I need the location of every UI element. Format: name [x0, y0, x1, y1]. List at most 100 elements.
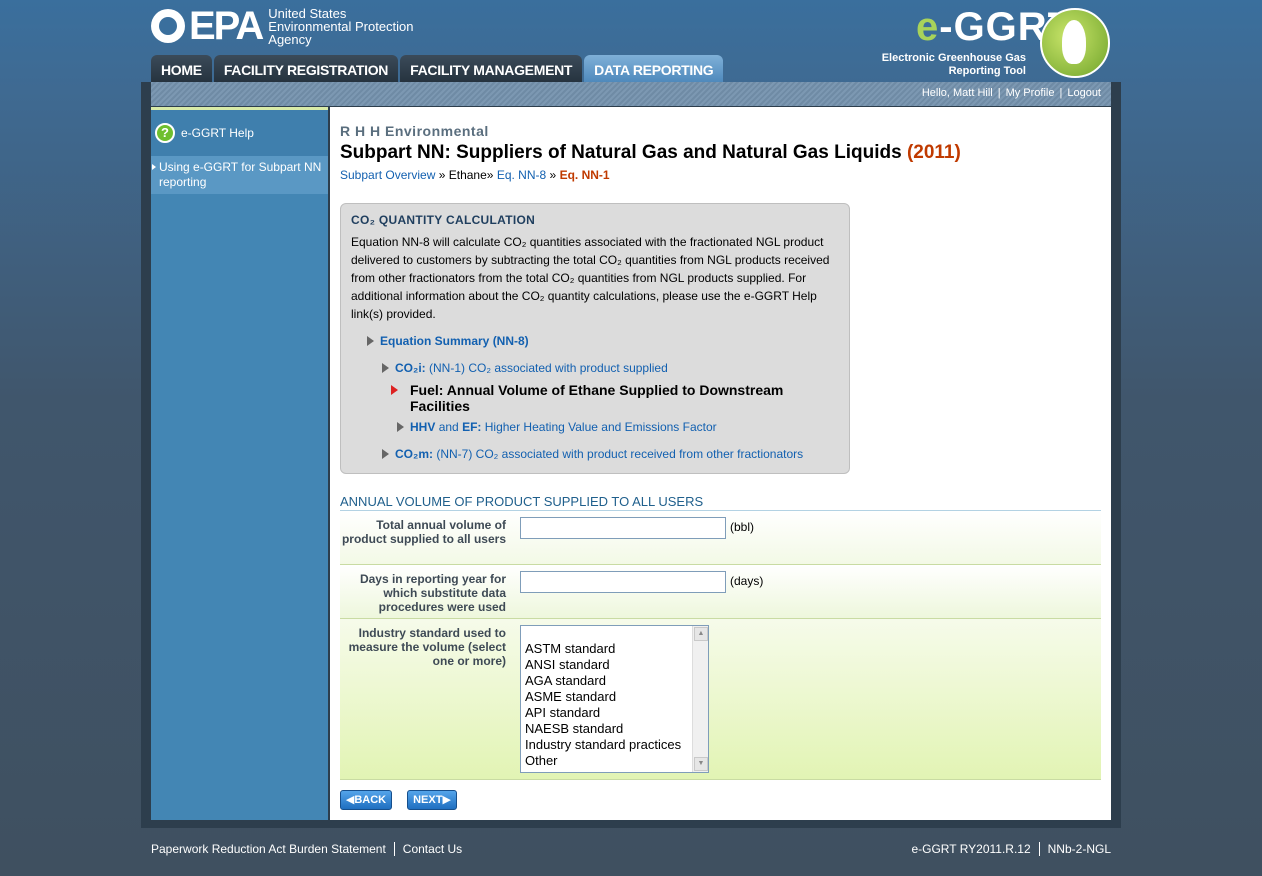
co2m-link[interactable]: (NN-7) CO₂ associated with product recei…: [436, 447, 803, 461]
agency-line-2: Environmental Protection: [268, 18, 414, 34]
eggrt-tagline-1: Electronic Greenhouse Gas: [881, 52, 1026, 64]
organization-name: R H H Environmental: [340, 123, 489, 139]
breadcrumb-eq-nn8[interactable]: Eq. NN-8: [497, 168, 546, 182]
tab-facility-registration[interactable]: FACILITY REGISTRATION: [213, 55, 399, 83]
days-unit: (days): [730, 574, 764, 588]
tree-co2m[interactable]: CO₂m: (NN-7) CO₂ associated with product…: [382, 447, 803, 461]
eggrt-tagline-2: Reporting Tool: [948, 65, 1026, 77]
breadcrumb-separator: »: [486, 168, 494, 182]
user-links: Hello, Matt Hill | My Profile | Logout: [922, 87, 1101, 99]
option-industry-practices[interactable]: Industry standard practices: [525, 737, 681, 753]
standard-label: Industry standard used to measure the vo…: [348, 626, 506, 668]
tree-arrow-icon: [382, 449, 389, 459]
back-button[interactable]: ◀BACK: [340, 790, 392, 810]
separator: |: [1059, 87, 1063, 99]
tab-home[interactable]: HOME: [151, 55, 212, 83]
section-heading-text: ANNUAL VOLUME OF PRODUCT SUPPLIED TO ALL…: [340, 494, 708, 509]
agency-line-1: United States: [268, 5, 347, 21]
volume-input[interactable]: [520, 517, 726, 539]
footer-left: Paperwork Reduction Act Burden Statement…: [151, 842, 462, 856]
scroll-up-icon[interactable]: ▲: [694, 627, 708, 641]
breadcrumb-separator: »: [549, 168, 557, 182]
contact-us-link[interactable]: Contact Us: [403, 842, 462, 856]
page-code-text: NNb-2-NGL: [1047, 842, 1111, 856]
footer-separator: [393, 842, 395, 856]
option-astm[interactable]: ASTM standard: [525, 641, 681, 657]
sidebar: ? e-GGRT Help Using e-GGRT for Subpart N…: [151, 107, 328, 820]
current-arrow-icon: [391, 385, 398, 395]
form-row-standard: Industry standard used to measure the vo…: [340, 619, 1101, 780]
form-row-days: Days in reporting year for which substit…: [340, 565, 1101, 619]
ef-symbol: EF:: [462, 420, 482, 434]
hhv-and: and: [438, 420, 459, 434]
calc-description: Equation NN-8 will calculate CO₂ quantit…: [351, 235, 830, 321]
my-profile-link[interactable]: My Profile: [1006, 87, 1055, 99]
co2-calculation-panel: CO₂ QUANTITY CALCULATION Equation NN-8 w…: [340, 203, 850, 474]
page-title: Subpart NN: Suppliers of Natural Gas and…: [340, 142, 961, 164]
option-other[interactable]: Other: [525, 753, 681, 769]
sidebar-item-nn-help[interactable]: Using e-GGRT for Subpart NN reporting: [151, 156, 328, 194]
current-step-label: Fuel: Annual Volume of Ethane Supplied t…: [410, 382, 784, 414]
sidebar-help-header[interactable]: ? e-GGRT Help: [151, 110, 328, 156]
page-title-text: Subpart NN: Suppliers of Natural Gas and…: [340, 142, 902, 163]
main-content: R H H Environmental Subpart NN: Supplier…: [330, 107, 1111, 820]
next-button[interactable]: NEXT▶: [407, 790, 457, 810]
listbox-options: ASTM standard ANSI standard AGA standard…: [525, 641, 681, 769]
equation-summary-link[interactable]: Equation Summary (NN-8): [380, 334, 529, 348]
tree-arrow-icon: [382, 363, 389, 373]
epa-wordmark: EPA: [189, 4, 264, 48]
next-label: NEXT: [413, 794, 443, 806]
industry-standard-listbox[interactable]: ASTM standard ANSI standard AGA standard…: [520, 625, 709, 773]
breadcrumb-subpart-overview[interactable]: Subpart Overview: [340, 168, 435, 182]
tab-facility-management[interactable]: FACILITY MANAGEMENT: [400, 55, 583, 83]
agency-name: United States Environmental Protection A…: [268, 7, 413, 46]
epa-logo[interactable]: EPA United States Environmental Protecti…: [151, 6, 414, 46]
days-label: Days in reporting year for which substit…: [359, 572, 506, 614]
agency-line-3: Agency: [268, 31, 312, 47]
volume-label: Total annual volume of product supplied …: [341, 518, 506, 546]
eggrt-logo[interactable]: e-GGRT Electronic Greenhouse Gas Reporti…: [880, 6, 1110, 80]
breadcrumb-ethane: Ethane: [448, 168, 487, 182]
breadcrumb-eq-nn1: Eq. NN-1: [559, 168, 610, 182]
tree-arrow-icon: [397, 422, 404, 432]
eggrt-tagline: Electronic Greenhouse Gas Reporting Tool: [880, 52, 1026, 78]
tree-arrow-icon: [367, 336, 374, 346]
co2m-symbol: CO₂m:: [395, 447, 433, 461]
separator: |: [997, 87, 1001, 99]
user-utility-bar: Hello, Matt Hill | My Profile | Logout: [151, 82, 1111, 106]
option-asme[interactable]: ASME standard: [525, 689, 681, 705]
reporting-year: (2011): [906, 142, 961, 163]
hhv-symbol: HHV: [410, 420, 436, 434]
breadcrumb-separator: »: [438, 168, 446, 182]
option-ansi[interactable]: ANSI standard: [525, 657, 681, 673]
version-text: e-GGRT RY2011.R.12: [911, 842, 1031, 856]
logout-link[interactable]: Logout: [1067, 87, 1101, 99]
greeting-text: Hello, Matt Hill: [921, 87, 993, 99]
main-nav-tabs: HOME FACILITY REGISTRATION FACILITY MANA…: [151, 55, 725, 83]
egret-bird-icon: [1040, 8, 1110, 78]
footer-separator: [1038, 842, 1040, 856]
back-label: BACK: [354, 794, 387, 806]
tree-hhv-ef[interactable]: HHV and EF: Higher Heating Value and Emi…: [397, 420, 717, 434]
option-naesb[interactable]: NAESB standard: [525, 721, 681, 737]
footer-right: e-GGRT RY2011.R.12 NNb-2-NGL: [911, 842, 1111, 856]
tree-co2i[interactable]: CO₂i: (NN-1) CO₂ associated with product…: [382, 361, 668, 375]
tree-current-fuel: Fuel: Annual Volume of Ethane Supplied t…: [391, 382, 831, 414]
help-question-icon: ?: [155, 123, 175, 143]
co2i-link[interactable]: (NN-1) CO₂ associated with product suppl…: [429, 361, 668, 375]
section-heading: ANNUAL VOLUME OF PRODUCT SUPPLIED TO ALL…: [340, 494, 1101, 511]
hhv-ef-link[interactable]: Higher Heating Value and Emissions Facto…: [485, 420, 717, 434]
volume-unit: (bbl): [730, 520, 755, 534]
sidebar-help-label: e-GGRT Help: [181, 126, 254, 140]
tab-data-reporting[interactable]: DATA REPORTING: [584, 55, 724, 83]
option-aga[interactable]: AGA standard: [525, 673, 681, 689]
eggrt-wordmark-e: e: [916, 5, 940, 49]
scroll-down-icon[interactable]: ▼: [694, 757, 708, 771]
option-api[interactable]: API standard: [525, 705, 681, 721]
epa-flower-icon: [151, 9, 185, 43]
days-input[interactable]: [520, 571, 726, 593]
listbox-scrollbar[interactable]: ▲ ▼: [692, 626, 708, 772]
form-row-volume: Total annual volume of product supplied …: [340, 511, 1101, 565]
tree-equation-summary[interactable]: Equation Summary (NN-8): [367, 334, 529, 348]
paperwork-link[interactable]: Paperwork Reduction Act Burden Statement: [151, 842, 386, 856]
